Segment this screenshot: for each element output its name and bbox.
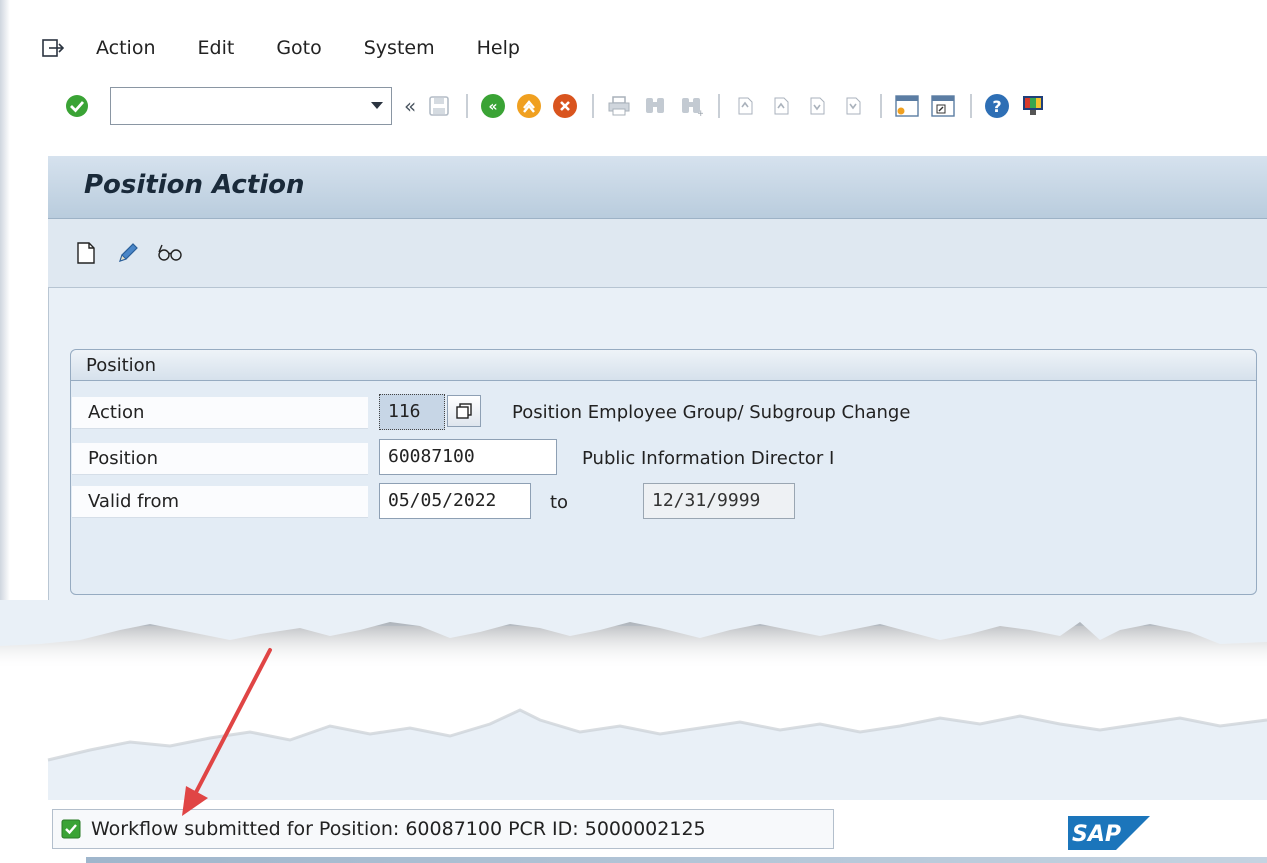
copy-icon [456, 403, 472, 419]
customize-layout-icon[interactable] [1016, 89, 1050, 123]
find-next-icon[interactable]: + [674, 89, 708, 123]
toolbar-separator [718, 94, 721, 118]
toolbar-separator [880, 94, 883, 118]
possible-entries-button[interactable] [447, 395, 481, 427]
enter-icon[interactable] [60, 89, 94, 123]
page-title: Position Action [84, 170, 305, 200]
help-icon[interactable]: ? [980, 89, 1014, 123]
toolbar-separator [466, 94, 469, 118]
create-session-icon[interactable] [890, 89, 924, 123]
menu-exit-icon[interactable] [40, 35, 66, 61]
action-field[interactable]: 116 [379, 394, 445, 430]
menu-system[interactable]: System [364, 37, 435, 59]
application-toolbar [48, 219, 1267, 288]
group-title: Position [86, 355, 157, 376]
position-description: Public Information Director I [582, 448, 835, 469]
back-icon[interactable]: « [476, 89, 510, 123]
chevron-down-icon[interactable] [371, 102, 383, 109]
sap-logo-text: SAP [1072, 822, 1121, 847]
position-label: Position [72, 443, 368, 475]
to-label: to [550, 492, 569, 513]
save-icon[interactable] [422, 89, 456, 123]
shortcut-icon[interactable] [926, 89, 960, 123]
window-edge [0, 0, 10, 640]
collapse-icon[interactable]: « [404, 94, 416, 118]
toolbar-separator [970, 94, 973, 118]
find-icon[interactable] [638, 89, 672, 123]
previous-page-icon[interactable] [764, 89, 798, 123]
print-icon[interactable] [602, 89, 636, 123]
change-icon[interactable] [110, 235, 146, 271]
status-message[interactable]: Workflow submitted for Position: 6008710… [52, 809, 834, 849]
next-page-icon[interactable] [800, 89, 834, 123]
last-page-icon[interactable] [836, 89, 870, 123]
menu-edit[interactable]: Edit [198, 37, 235, 59]
toolbar-separator [592, 94, 595, 118]
torn-edge-graphic [0, 600, 1267, 800]
valid-from-field[interactable]: 05/05/2022 [379, 483, 531, 519]
menu-action[interactable]: Action [96, 37, 156, 59]
action-label: Action [72, 397, 368, 429]
exit-icon[interactable] [512, 89, 546, 123]
command-field[interactable] [110, 87, 392, 125]
menu-bar: Action Edit Goto System Help [40, 26, 1240, 70]
valid-to-field: 12/31/9999 [643, 483, 795, 519]
svg-text:«: « [489, 99, 498, 115]
cancel-icon[interactable] [548, 89, 582, 123]
command-input[interactable] [111, 88, 367, 122]
bottom-border [86, 857, 1267, 863]
valid-from-label: Valid from [72, 486, 368, 518]
sap-logo: SAP [1068, 816, 1150, 850]
menu-goto[interactable]: Goto [276, 37, 321, 59]
first-page-icon[interactable] [728, 89, 762, 123]
create-icon[interactable] [68, 235, 104, 271]
menu-help[interactable]: Help [477, 37, 520, 59]
svg-text:?: ? [993, 97, 1002, 116]
status-text: Workflow submitted for Position: 6008710… [91, 818, 706, 840]
svg-text:+: + [697, 109, 703, 117]
standard-toolbar: « « + ? [60, 78, 1260, 134]
action-description: Position Employee Group/ Subgroup Change [512, 402, 911, 423]
success-check-icon [61, 819, 81, 839]
group-header [71, 350, 1256, 381]
position-field[interactable]: 60087100 [379, 439, 557, 475]
display-icon[interactable] [152, 235, 188, 271]
